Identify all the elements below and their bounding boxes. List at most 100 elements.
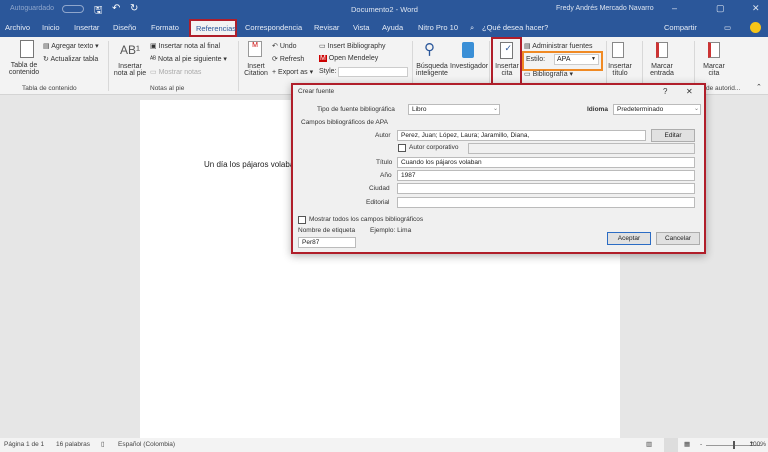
citation-style-select[interactable]: APA ▼ <box>554 54 599 65</box>
mark-citation-icon <box>708 42 720 58</box>
mark-citation-button[interactable]: Marcar cita <box>700 63 728 77</box>
page-count[interactable]: Página 1 de 1 <box>4 441 44 448</box>
title-input[interactable]: Cuando los pájaros volaban <box>397 157 695 168</box>
cancel-button[interactable]: Cancelar <box>656 232 700 245</box>
word-count[interactable]: 16 palabras <box>56 441 90 448</box>
tab-inicio[interactable]: Inicio <box>42 23 60 32</box>
mark-entry-icon <box>656 42 668 58</box>
tell-me-search[interactable]: ¿Qué desea hacer? <box>482 23 548 32</box>
add-text-label: Agregar texto <box>51 43 94 50</box>
year-input[interactable]: 1987 <box>397 170 695 181</box>
read-mode-icon[interactable]: ▥ <box>646 440 652 448</box>
city-input[interactable] <box>397 183 695 194</box>
document-text[interactable]: Un día los pájaros volaban <box>204 160 299 169</box>
show-all-fields-label: Mostrar todos los campos bibliográficos <box>309 216 424 223</box>
smart-lookup-button[interactable]: Búsqueda inteligente <box>414 63 450 77</box>
web-layout-icon[interactable]: ▦ <box>684 440 690 448</box>
open-mendeley-button[interactable]: M Open Mendeley <box>319 55 378 62</box>
feedback-smiley-icon[interactable] <box>750 22 761 33</box>
help-icon[interactable]: ? <box>663 87 667 96</box>
add-text-button[interactable]: ▤ Agregar texto ▾ <box>43 42 99 50</box>
title-label: Título <box>376 159 393 166</box>
insert-citation-button[interactable]: Insert Citation <box>242 63 270 77</box>
mendeley-icon: M <box>319 55 327 62</box>
mendeley-refresh-button[interactable]: ⟳ Refresh <box>272 55 304 63</box>
export-as-label: Export as <box>278 69 308 76</box>
show-all-fields-checkbox[interactable] <box>298 216 306 224</box>
title-bar: Autoguardado 🖫 ↶ ↻ Documento2 - Word Fre… <box>0 0 768 18</box>
insert-footnote-button[interactable]: Insertar nota al pie <box>112 63 148 77</box>
source-type-select[interactable]: Libro ⌄ <box>408 104 500 115</box>
tab-correspondencia[interactable]: Correspondencia <box>245 23 302 32</box>
mendeley-style-select[interactable] <box>338 67 408 77</box>
section-label: Campos bibliográficos de APA <box>301 119 388 126</box>
tag-name-input[interactable]: Per87 <box>298 237 356 248</box>
mark-entry-button[interactable]: Marcar entrada <box>648 63 676 77</box>
bibliography-button[interactable]: ▭ Bibliografía ▾ <box>524 70 573 78</box>
tab-formato[interactable]: Formato <box>151 23 179 32</box>
redo-icon[interactable]: ↻ <box>130 3 138 14</box>
show-notes-button[interactable]: ▭ Mostrar notas <box>150 68 201 76</box>
maximize-icon[interactable]: ▢ <box>716 3 725 14</box>
insert-cite-button[interactable]: Insertar cita <box>494 63 520 77</box>
update-table-button[interactable]: ↻ Actualizar tabla <box>43 55 98 63</box>
undo-icon[interactable]: ↶ <box>112 3 120 14</box>
ribbon-tabs: Archivo Inicio Insertar Diseño Formato R… <box>0 18 768 37</box>
source-type-value: Libro <box>412 106 427 113</box>
tab-nitro[interactable]: Nitro Pro 10 <box>418 23 458 32</box>
tab-vista[interactable]: Vista <box>353 23 370 32</box>
group-toa-label: de autorid... <box>706 85 741 92</box>
insert-caption-button[interactable]: Insertar título <box>606 63 634 77</box>
create-source-dialog: Crear fuente ? ✕ Tipo de fuente bibliogr… <box>291 83 706 254</box>
tab-diseno[interactable]: Diseño <box>113 23 136 32</box>
tab-insertar[interactable]: Insertar <box>74 23 99 32</box>
language-status[interactable]: Español (Colombia) <box>118 441 175 448</box>
proofing-icon[interactable]: ▯ <box>101 440 105 448</box>
edit-button[interactable]: Editar <box>651 129 695 142</box>
zoom-out-icon[interactable]: - <box>700 441 702 448</box>
insert-endnote-button[interactable]: ▣ Insertar nota al final <box>150 42 220 50</box>
accept-button[interactable]: Aceptar <box>607 232 651 245</box>
tab-referencias[interactable]: Referencias <box>189 19 237 37</box>
tab-revisar[interactable]: Revisar <box>314 23 339 32</box>
export-as-button[interactable]: + Export as ▾ <box>272 68 313 76</box>
mendeley-undo-button[interactable]: ↶ Undo <box>272 42 297 50</box>
close-icon[interactable]: ✕ <box>686 87 693 96</box>
tab-ayuda[interactable]: Ayuda <box>382 23 403 32</box>
publisher-label: Editorial <box>366 199 390 206</box>
language-value: Predeterminado <box>617 106 664 113</box>
bibliography-label: Bibliografía <box>532 71 568 78</box>
dialog-title: Crear fuente <box>298 88 335 95</box>
user-name[interactable]: Fredy Andrés Mercado Navarro <box>556 5 654 12</box>
share-button[interactable]: Compartir <box>664 23 697 32</box>
print-layout-icon[interactable] <box>664 438 678 452</box>
collapse-ribbon-icon[interactable]: ⌃ <box>756 83 762 91</box>
example-label: Ejemplo: Lima <box>370 227 412 234</box>
researcher-button[interactable]: Investigador <box>450 63 488 70</box>
next-footnote-button[interactable]: ᴬᴮ Nota al pie siguiente ▾ <box>150 55 227 63</box>
toc-button[interactable]: Tabla de contenido <box>6 62 42 76</box>
group-footnotes-label: Notas al pie <box>150 85 185 92</box>
mendeley-undo-label: Undo <box>279 43 297 50</box>
zoom-slider-thumb[interactable] <box>733 441 735 449</box>
manage-sources-button[interactable]: ▤ Administrar fuentes <box>524 42 593 50</box>
corporate-author-checkbox[interactable] <box>398 144 406 152</box>
tab-archivo[interactable]: Archivo <box>5 23 30 32</box>
mendeley-refresh-label: Refresh <box>279 56 305 63</box>
publisher-input[interactable] <box>397 197 695 208</box>
corporate-author-input[interactable] <box>468 143 695 154</box>
update-table-label: Actualizar tabla <box>50 56 99 63</box>
insert-bibliography-button[interactable]: ▭ Insert Bibliography <box>319 42 386 50</box>
author-input[interactable]: Perez, Juan; López, Laura; Jaramillo, Di… <box>397 130 646 141</box>
autosave-toggle[interactable] <box>62 5 84 13</box>
minimize-icon[interactable]: – <box>672 3 677 13</box>
insert-bibliography-label: Insert Bibliography <box>327 43 386 50</box>
year-label: Año <box>380 172 392 179</box>
next-footnote-label: Nota al pie siguiente <box>158 56 222 63</box>
table-of-contents-icon <box>20 40 34 58</box>
language-select[interactable]: Predeterminado ⌄ <box>613 104 701 115</box>
comments-icon[interactable]: ▭ <box>724 23 731 32</box>
smart-lookup-icon: ⚲ <box>424 41 435 58</box>
zoom-level[interactable]: 100% <box>749 441 766 448</box>
close-window-icon[interactable]: ✕ <box>752 3 760 14</box>
